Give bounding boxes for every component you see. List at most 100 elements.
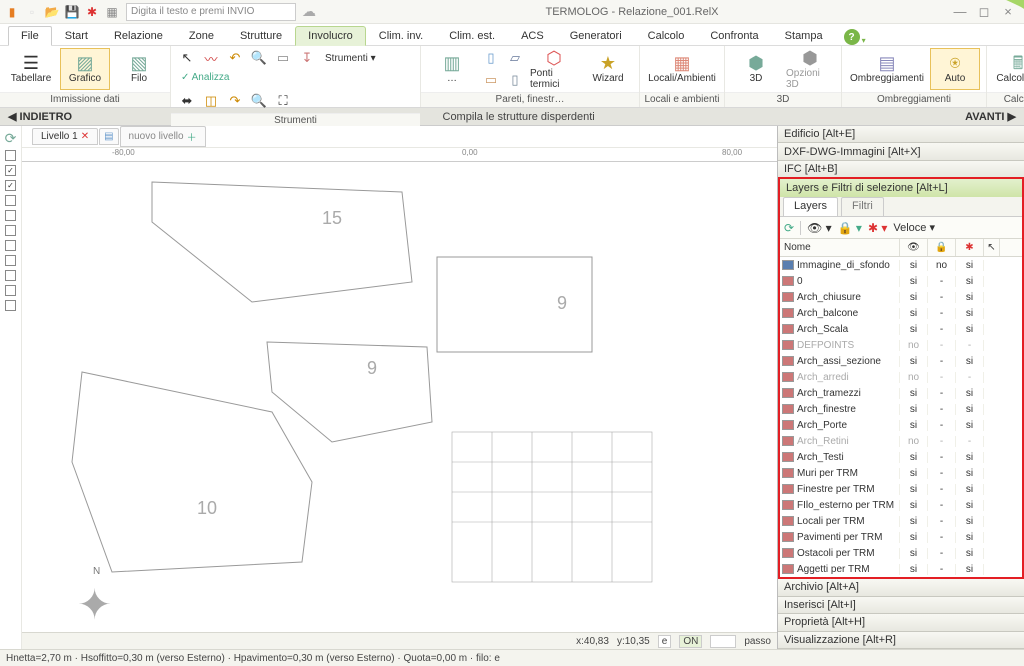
target-icon[interactable]: ✱ ▾	[868, 221, 887, 235]
measure-icon[interactable]: ↧	[297, 48, 317, 68]
step-value[interactable]	[710, 635, 736, 648]
check-4[interactable]	[5, 195, 16, 206]
maximize-button[interactable]: ◻	[972, 4, 996, 20]
tab-filtri[interactable]: Filtri	[841, 197, 884, 216]
layer-row[interactable]: Arch_assi_sezionesi-si	[780, 353, 1022, 369]
undo-icon[interactable]: ↶	[225, 48, 245, 68]
filo-button[interactable]: ▧Filo	[114, 48, 164, 90]
tab-strutture[interactable]: Strutture	[227, 26, 295, 45]
redo-icon[interactable]: ↷	[225, 91, 245, 111]
open-icon[interactable]: 📂	[44, 4, 60, 20]
layer-row[interactable]: Ostacoli per TRMsi-si	[780, 545, 1022, 561]
layer-row[interactable]: Pavimenti per TRMsi-si	[780, 529, 1022, 545]
layer-row[interactable]: Arch_Testisi-si	[780, 449, 1022, 465]
tab-climest[interactable]: Clim. est.	[436, 26, 508, 45]
help-icon[interactable]: ?	[844, 29, 860, 45]
layer-row[interactable]: Arch_Retinino--	[780, 433, 1022, 449]
locali-button[interactable]: ▦Locali/Ambienti	[646, 48, 718, 90]
layer-row[interactable]: DEFPOINTSno--	[780, 337, 1022, 353]
section-ifc[interactable]: IFC [Alt+B]	[778, 161, 1024, 178]
layer-row[interactable]: Aggetti per TRMsi-si	[780, 561, 1022, 577]
opzioni3d-button[interactable]: ⬢Opzioni 3D	[785, 48, 835, 90]
zoomall-icon[interactable]: 🔍	[249, 91, 269, 111]
section-inserisci[interactable]: Inserisci [Alt+I]	[778, 597, 1024, 614]
layer-row[interactable]: Arch_tramezzisi-si	[780, 385, 1022, 401]
zoom-icon[interactable]: 🔍	[249, 48, 269, 68]
layer-row[interactable]: Arch_balconesi-si	[780, 305, 1022, 321]
target-icon[interactable]: ✱	[84, 4, 100, 20]
veloce-dropdown[interactable]: Veloce ▾	[893, 221, 935, 234]
check-2[interactable]: ✓	[5, 165, 16, 176]
layer-row[interactable]: Arch_finestresi-si	[780, 401, 1022, 417]
layer-row[interactable]: Immagine_di_sfondosinosi	[780, 257, 1022, 273]
refresh-icon[interactable]: ⟳	[3, 130, 19, 146]
section-layers[interactable]: Layers e Filtri di selezione [Alt+L]	[780, 179, 1022, 197]
tabellare-button[interactable]: ☰Tabellare	[6, 48, 56, 90]
layer-row[interactable]: Arch_chiusuresi-si	[780, 289, 1022, 305]
layer-row[interactable]: FIlo_esterno per TRMsi-si	[780, 497, 1022, 513]
tab-climinv[interactable]: Clim. inv.	[366, 26, 436, 45]
ombreggiamenti-button[interactable]: ▤Ombreggiamenti	[848, 48, 926, 90]
layer-row[interactable]: Finestre per TRMsi-si	[780, 481, 1022, 497]
tab-layers[interactable]: Layers	[783, 197, 838, 216]
pareti-button[interactable]: ▥…	[427, 48, 477, 90]
calcola-button[interactable]: 🖩Calcola…	[993, 48, 1024, 90]
cursor-icon[interactable]: ↖	[177, 48, 197, 68]
check-6[interactable]	[5, 225, 16, 236]
col-osnap-icon[interactable]: ✱	[956, 239, 984, 256]
pan-icon[interactable]: ⬌	[177, 91, 197, 111]
filo-value[interactable]: e	[658, 635, 672, 648]
tab-start[interactable]: Start	[52, 26, 101, 45]
fit-icon[interactable]: ⛶	[273, 91, 293, 111]
tab-generatori[interactable]: Generatori	[557, 26, 635, 45]
lock-icon[interactable]: 🔒 ▾	[838, 221, 862, 235]
strumenti-dropdown[interactable]: Strumenti ▾	[321, 53, 380, 64]
col-nome[interactable]: Nome	[780, 239, 900, 256]
section-edificio[interactable]: Edificio [Alt+E]	[778, 126, 1024, 143]
eye-icon[interactable]: 👁 ▾	[807, 221, 832, 235]
tab-acs[interactable]: ACS	[508, 26, 557, 45]
tab-confronta[interactable]: Confronta	[697, 26, 771, 45]
save-icon[interactable]: 💾	[64, 4, 80, 20]
cloud-icon[interactable]: ☁	[302, 3, 316, 20]
tab-zone[interactable]: Zone	[176, 26, 227, 45]
layer-row[interactable]: Muri per TRMsi-si	[780, 465, 1022, 481]
grafico-button[interactable]: ▨Grafico	[60, 48, 110, 90]
section-proprieta[interactable]: Proprietà [Alt+H]	[778, 614, 1024, 631]
minimize-button[interactable]: —	[948, 4, 972, 19]
layer-row[interactable]: 0si-si	[780, 273, 1022, 289]
section-visualizzazione[interactable]: Visualizzazione [Alt+R]	[778, 632, 1024, 649]
check-10[interactable]	[5, 285, 16, 296]
box-icon[interactable]: ▭	[273, 48, 293, 68]
tab-stampa[interactable]: Stampa	[772, 26, 836, 45]
tab-file[interactable]: File	[8, 26, 52, 46]
check-11[interactable]	[5, 300, 16, 311]
col-cursor-icon[interactable]: ↖	[984, 239, 1000, 256]
tab-calcolo[interactable]: Calcolo	[635, 26, 698, 45]
grid-icon[interactable]: ▦	[104, 4, 120, 20]
layer-row[interactable]: Arch_Scalasi-si	[780, 321, 1022, 337]
col-lock-icon[interactable]: 🔒	[928, 239, 956, 256]
check-5[interactable]	[5, 210, 16, 221]
drawing-canvas[interactable]: -80,00 0,00 80,00	[22, 148, 777, 649]
auto-button[interactable]: ⍟Auto	[930, 48, 980, 90]
select-icon[interactable]: ◫	[201, 91, 221, 111]
floor-icon[interactable]: ▭	[481, 70, 501, 90]
check-8[interactable]	[5, 255, 16, 266]
close-icon[interactable]: ✕	[81, 131, 89, 142]
new-level-tab[interactable]: nuovo livello ＋	[120, 126, 206, 147]
level-tab-1[interactable]: Livello 1 ✕	[32, 128, 98, 145]
add-icon[interactable]: ＋	[187, 129, 197, 144]
window-icon[interactable]: ▯	[481, 48, 501, 68]
tab-involucro[interactable]: Involucro	[295, 26, 366, 46]
analizza-button[interactable]: ✓ Analizza	[177, 72, 233, 83]
close-button[interactable]: ×	[996, 4, 1020, 19]
check-3[interactable]: ✓	[5, 180, 16, 191]
level-tab-extra[interactable]: ▤	[99, 128, 118, 145]
section-archivio[interactable]: Archivio [Alt+A]	[778, 579, 1024, 596]
refresh-icon[interactable]: ⟳	[784, 221, 794, 235]
check-7[interactable]	[5, 240, 16, 251]
door-icon[interactable]: ▯	[505, 70, 525, 90]
section-dxf[interactable]: DXF-DWG-Immagini [Alt+X]	[778, 143, 1024, 160]
check-1[interactable]	[5, 150, 16, 161]
